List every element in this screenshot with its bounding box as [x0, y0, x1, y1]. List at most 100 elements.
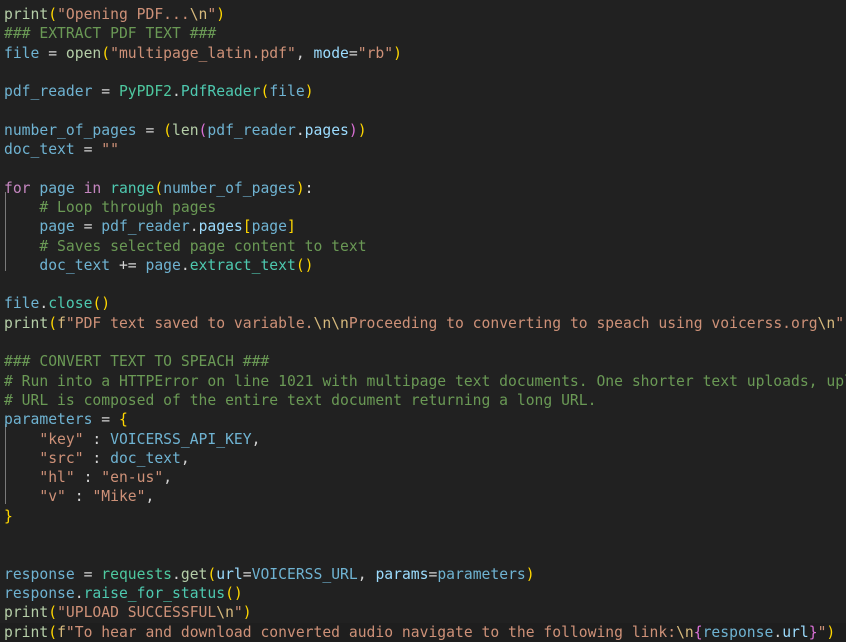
- code-line[interactable]: ### EXTRACT PDF TEXT ###: [0, 24, 846, 43]
- code-token: {: [118, 411, 128, 429]
- code-line[interactable]: for page in range(number_of_pages):: [0, 179, 846, 198]
- code-line[interactable]: }: [0, 507, 846, 526]
- code-line[interactable]: "v" : "Mike",: [0, 487, 846, 506]
- code-line[interactable]: # Run into a HTTPError on line 1021 with…: [0, 372, 846, 391]
- code-token: # Run into a HTTPError on line 1021 with…: [4, 372, 846, 390]
- code-token: =: [136, 121, 164, 139]
- code-line[interactable]: file.close(): [0, 294, 846, 313]
- code-line[interactable]: "src" : doc_text,: [0, 449, 846, 468]
- code-token: (: [163, 121, 173, 139]
- code-token: \n: [216, 604, 234, 622]
- code-line[interactable]: print("Opening PDF...\n"): [0, 5, 846, 24]
- code-token: :: [83, 449, 111, 467]
- code-token: ): [525, 565, 535, 583]
- code-line[interactable]: [0, 101, 846, 120]
- code-token: "Mike": [92, 488, 146, 506]
- code-line[interactable]: # URL is composed of the entire text doc…: [0, 391, 846, 410]
- code-token: ): [304, 83, 314, 101]
- code-token: }: [4, 507, 13, 525]
- code-token: range: [110, 179, 155, 197]
- code-token: print: [4, 604, 49, 622]
- code-line[interactable]: [0, 545, 846, 564]
- code-line[interactable]: [0, 275, 846, 294]
- code-line[interactable]: page = pdf_reader.pages[page]: [0, 217, 846, 236]
- code-token: (: [260, 83, 270, 101]
- code-line[interactable]: print(f"To hear and download converted a…: [0, 623, 846, 642]
- code-token: f: [57, 314, 66, 332]
- code-line[interactable]: number_of_pages = (len(pdf_reader.pages)…: [0, 121, 846, 140]
- code-token: ): [242, 604, 252, 622]
- code-line[interactable]: [0, 526, 846, 545]
- code-token: extract_text: [189, 256, 296, 274]
- code-token: parameters: [437, 565, 526, 583]
- code-token: "Opening PDF...: [57, 6, 190, 23]
- code-token: response: [702, 623, 774, 641]
- code-token: ): [826, 623, 836, 641]
- code-token: print: [4, 6, 49, 23]
- code-token: =: [348, 44, 358, 62]
- code-line[interactable]: ### CONVERT TEXT TO SPEACH ###: [0, 352, 846, 371]
- code-token: =: [92, 411, 119, 429]
- code-token: (: [48, 623, 58, 641]
- code-token: ": [817, 623, 827, 641]
- code-line[interactable]: [0, 159, 846, 178]
- code-line[interactable]: print(f"PDF text saved to variable.\n\nP…: [0, 314, 846, 333]
- code-token: ,: [180, 449, 190, 467]
- code-token: file: [4, 295, 40, 313]
- code-token: print: [4, 623, 49, 641]
- code-line[interactable]: [0, 63, 846, 82]
- code-token: url: [782, 623, 809, 641]
- code-token: ,: [251, 430, 261, 448]
- code-token: \n: [189, 6, 208, 23]
- code-token: pdf_reader: [4, 83, 93, 101]
- code-token: (: [48, 6, 58, 23]
- code-token: parameters: [4, 411, 93, 429]
- code-line[interactable]: response.raise_for_status(): [0, 584, 846, 603]
- code-token: "src": [39, 449, 84, 467]
- code-content-area[interactable]: print("Opening PDF...\n") ### EXTRACT PDF…: [0, 5, 846, 641]
- code-token: =: [74, 141, 102, 159]
- code-token: :: [304, 179, 314, 197]
- code-token: ### CONVERT TEXT TO SPEACH ###: [4, 353, 270, 371]
- code-line[interactable]: # Saves selected page content to text: [0, 237, 846, 256]
- code-token: f: [57, 623, 66, 641]
- code-token: "To hear and download converted audio na…: [65, 623, 677, 641]
- code-line[interactable]: "key" : VOICERSS_API_KEY,: [0, 430, 846, 449]
- code-token: (: [101, 44, 111, 62]
- code-token: ": [233, 604, 243, 622]
- code-line[interactable]: print("UPLOAD SUCCESSFUL\n"): [0, 603, 846, 622]
- code-line[interactable]: doc_text += page.extract_text(): [0, 256, 846, 275]
- code-line[interactable]: response = requests.get(url=VOICERSS_URL…: [0, 565, 846, 584]
- code-token: VOICERSS_API_KEY: [110, 430, 252, 448]
- code-token: \n: [676, 623, 694, 641]
- code-token: raise_for_status: [83, 584, 226, 602]
- code-token: {: [693, 623, 703, 641]
- code-editor[interactable]: print("Opening PDF...\n") ### EXTRACT PDF…: [0, 0, 846, 641]
- code-token: ): [295, 179, 305, 197]
- code-token: :: [74, 469, 102, 487]
- code-token: page: [39, 179, 75, 197]
- code-line[interactable]: "hl" : "en-us",: [0, 468, 846, 487]
- code-token: open: [65, 44, 102, 62]
- code-token: (: [207, 565, 217, 583]
- code-token: ]: [287, 218, 296, 236]
- code-token: "rb": [357, 44, 394, 62]
- code-token: :: [83, 430, 111, 448]
- code-token: :: [65, 488, 93, 506]
- code-line[interactable]: parameters = {: [0, 410, 846, 429]
- code-token: pdf_reader: [207, 121, 296, 139]
- code-token: [: [242, 218, 252, 236]
- code-line[interactable]: [0, 333, 846, 352]
- code-token: .: [773, 623, 783, 641]
- code-token: params: [375, 565, 429, 583]
- code-line[interactable]: doc_text = "": [0, 140, 846, 159]
- code-line[interactable]: # Loop through pages: [0, 198, 846, 217]
- code-line[interactable]: file = open("multipage_latin.pdf", mode=…: [0, 44, 846, 63]
- code-line[interactable]: pdf_reader = PyPDF2.PdfReader(file): [0, 82, 846, 101]
- code-token: (: [48, 314, 58, 332]
